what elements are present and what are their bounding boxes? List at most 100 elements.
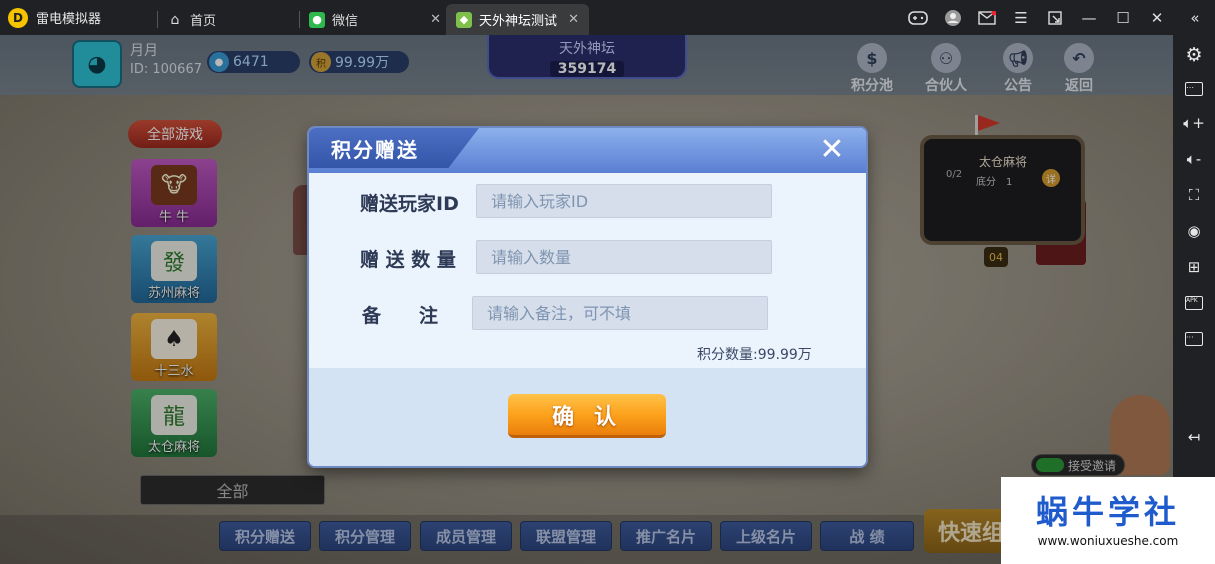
table-number: 04 bbox=[984, 247, 1008, 267]
maximize-icon[interactable]: ☐ bbox=[1108, 0, 1138, 35]
diamond-value: 6471 bbox=[233, 54, 269, 70]
notice-button[interactable]: 📢︎ 公告 bbox=[992, 43, 1044, 95]
playing-cards-icon: ♠ bbox=[151, 319, 197, 359]
points-pool-button[interactable]: $ 积分池 bbox=[846, 43, 898, 95]
bottom-menu-superior-card[interactable]: 上级名片 bbox=[720, 521, 812, 551]
dollar-icon: $ bbox=[857, 43, 887, 73]
app-title-text: 雷电模拟器 bbox=[36, 12, 102, 27]
more-icon[interactable]: ··· bbox=[1182, 327, 1206, 351]
toggle-switch[interactable] bbox=[1036, 458, 1064, 472]
watermark-url: www.woniuxueshe.com bbox=[1037, 534, 1179, 548]
dialog-title: 积分赠送 bbox=[331, 138, 419, 162]
top-icon-label: 积分池 bbox=[851, 78, 893, 94]
accept-invite-toggle[interactable]: 接受邀请 bbox=[1031, 454, 1125, 476]
user-icon[interactable] bbox=[938, 0, 968, 35]
close-tab-icon[interactable]: ✕ bbox=[568, 12, 579, 27]
tab-game[interactable]: ◆ 天外神坛测试 ✕ bbox=[446, 4, 589, 35]
record-icon[interactable]: ◉ bbox=[1182, 219, 1206, 243]
game-tile-taicang-mahjong[interactable]: 龍 太仓麻将 bbox=[131, 389, 217, 457]
player-avatar[interactable]: ◕ bbox=[72, 40, 122, 88]
fullscreen-icon[interactable]: ⛶ bbox=[1182, 183, 1206, 207]
bottom-menu-records[interactable]: 战 绩 bbox=[820, 521, 914, 551]
menu-icon[interactable]: ☰ bbox=[1006, 0, 1036, 35]
points-balance: 积 99.99万 bbox=[309, 51, 409, 73]
watermark: 蜗牛学社 www.woniuxueshe.com bbox=[1001, 477, 1215, 564]
return-button[interactable]: ↶ 返回 bbox=[1053, 43, 1105, 95]
all-games-button[interactable]: 全部游戏 bbox=[128, 120, 222, 148]
points-value: 99.99万 bbox=[335, 55, 390, 71]
recipient-id-field[interactable] bbox=[476, 184, 772, 218]
player-name: 月月 bbox=[130, 43, 158, 59]
recipient-id-label: 赠送玩家ID bbox=[360, 193, 459, 215]
mail-icon[interactable] bbox=[972, 0, 1002, 35]
bottom-menu-members[interactable]: 成员管理 bbox=[420, 521, 512, 551]
add-window-icon[interactable]: ⊞ bbox=[1182, 255, 1206, 279]
title-bar: D 雷电模拟器 ⌂ 首页 ● 微信 ✕ ◆ 天外神坛测试 ✕ ☰ — ☐ ✕ « bbox=[0, 0, 1215, 35]
club-name: 天外神坛 bbox=[559, 41, 615, 57]
popout-icon[interactable] bbox=[1040, 0, 1070, 35]
points-coin-icon: 积 bbox=[311, 52, 331, 72]
minimize-icon[interactable]: — bbox=[1074, 0, 1104, 35]
back-icon[interactable]: ↤ bbox=[1182, 425, 1206, 449]
tab-label: 天外神坛测试 bbox=[479, 14, 558, 29]
game-tile-suzhou-mahjong[interactable]: 發 苏州麻将 bbox=[131, 235, 217, 303]
invite-label: 接受邀请 bbox=[1068, 458, 1117, 473]
amount-field[interactable] bbox=[476, 240, 772, 274]
apk-install-icon[interactable]: APK bbox=[1182, 291, 1206, 315]
tab-label: 微信 bbox=[332, 14, 359, 29]
amount-input[interactable] bbox=[491, 247, 771, 267]
game-tile-label: 太仓麻将 bbox=[147, 440, 200, 455]
amount-label: 赠 送 数 量 bbox=[360, 249, 456, 271]
keyboard-icon[interactable]: ⋯ bbox=[1182, 77, 1206, 101]
bottom-menu-points-gift[interactable]: 积分赠送 bbox=[219, 521, 311, 551]
game-tile-label: 牛 牛 bbox=[158, 210, 190, 225]
collapse-sidebar-icon[interactable]: « bbox=[1180, 0, 1210, 35]
filter-all-button[interactable]: 全部 bbox=[140, 475, 325, 505]
settings-icon[interactable]: ⚙ bbox=[1182, 43, 1206, 67]
remark-input[interactable] bbox=[487, 303, 767, 323]
back-arrow-icon: ↶ bbox=[1064, 43, 1094, 73]
club-banner: 天外神坛 359174 bbox=[487, 35, 687, 79]
diamond-icon: ● bbox=[209, 52, 229, 72]
game-table[interactable]: 太仓麻将 0/2 底分 1 详 bbox=[920, 135, 1085, 245]
bottom-menu-points-manage[interactable]: 积分管理 bbox=[319, 521, 411, 551]
game-icon: ◆ bbox=[456, 11, 472, 28]
close-tab-icon[interactable]: ✕ bbox=[430, 12, 441, 27]
table-base-score: 底分 1 bbox=[976, 177, 1013, 188]
confirm-button[interactable]: 确 认 bbox=[508, 394, 666, 438]
dragon-tile-icon: 龍 bbox=[151, 395, 197, 435]
partners-icon: ⚇ bbox=[931, 43, 961, 73]
gamepad-icon[interactable] bbox=[903, 0, 933, 35]
close-window-icon[interactable]: ✕ bbox=[1142, 0, 1172, 35]
table-player-count: 0/2 bbox=[946, 169, 963, 180]
emulator-logo-icon: D bbox=[8, 7, 28, 28]
mahjong-tile-icon: 發 bbox=[151, 241, 197, 281]
tab-wechat[interactable]: ● 微信 ✕ bbox=[299, 4, 443, 35]
bottom-menu-promo-card[interactable]: 推广名片 bbox=[620, 521, 712, 551]
remark-field[interactable] bbox=[472, 296, 768, 330]
game-tile-shisanshui[interactable]: ♠ 十三水 bbox=[131, 313, 217, 381]
top-icon-label: 返回 bbox=[1065, 78, 1093, 94]
top-icon-label: 公告 bbox=[1004, 78, 1032, 94]
table-name: 太仓麻将 bbox=[979, 155, 1028, 169]
bottom-menu-alliance[interactable]: 联盟管理 bbox=[520, 521, 612, 551]
points-balance-info: 积分数量:99.99万 bbox=[697, 347, 812, 363]
game-tile-label: 十三水 bbox=[154, 364, 194, 379]
player-id: ID: 100667 bbox=[130, 62, 202, 77]
diamond-balance: ● 6471 bbox=[207, 51, 300, 73]
volume-up-icon[interactable]: 🔈︎+ bbox=[1182, 111, 1206, 135]
watermark-title: 蜗牛学社 bbox=[1035, 493, 1180, 531]
club-number: 359174 bbox=[549, 61, 625, 77]
dialog-close-icon[interactable]: ✕ bbox=[817, 135, 847, 165]
tab-home[interactable]: ⌂ 首页 bbox=[157, 4, 297, 35]
emulator-window: D 雷电模拟器 ⌂ 首页 ● 微信 ✕ ◆ 天外神坛测试 ✕ ☰ — ☐ ✕ «… bbox=[0, 0, 1215, 564]
game-tile-niuniu[interactable]: 🐮︎ 牛 牛 bbox=[131, 159, 217, 227]
table-detail-button[interactable]: 详 bbox=[1042, 169, 1060, 187]
home-icon: ⌂ bbox=[170, 11, 180, 28]
recipient-id-input[interactable] bbox=[491, 191, 771, 211]
tab-label: 首页 bbox=[190, 14, 217, 29]
partner-button[interactable]: ⚇ 合伙人 bbox=[920, 43, 972, 95]
cow-icon: 🐮︎ bbox=[151, 165, 197, 205]
remark-label: 备 注 bbox=[362, 305, 439, 327]
volume-down-icon[interactable]: 🔈︎- bbox=[1182, 147, 1206, 171]
